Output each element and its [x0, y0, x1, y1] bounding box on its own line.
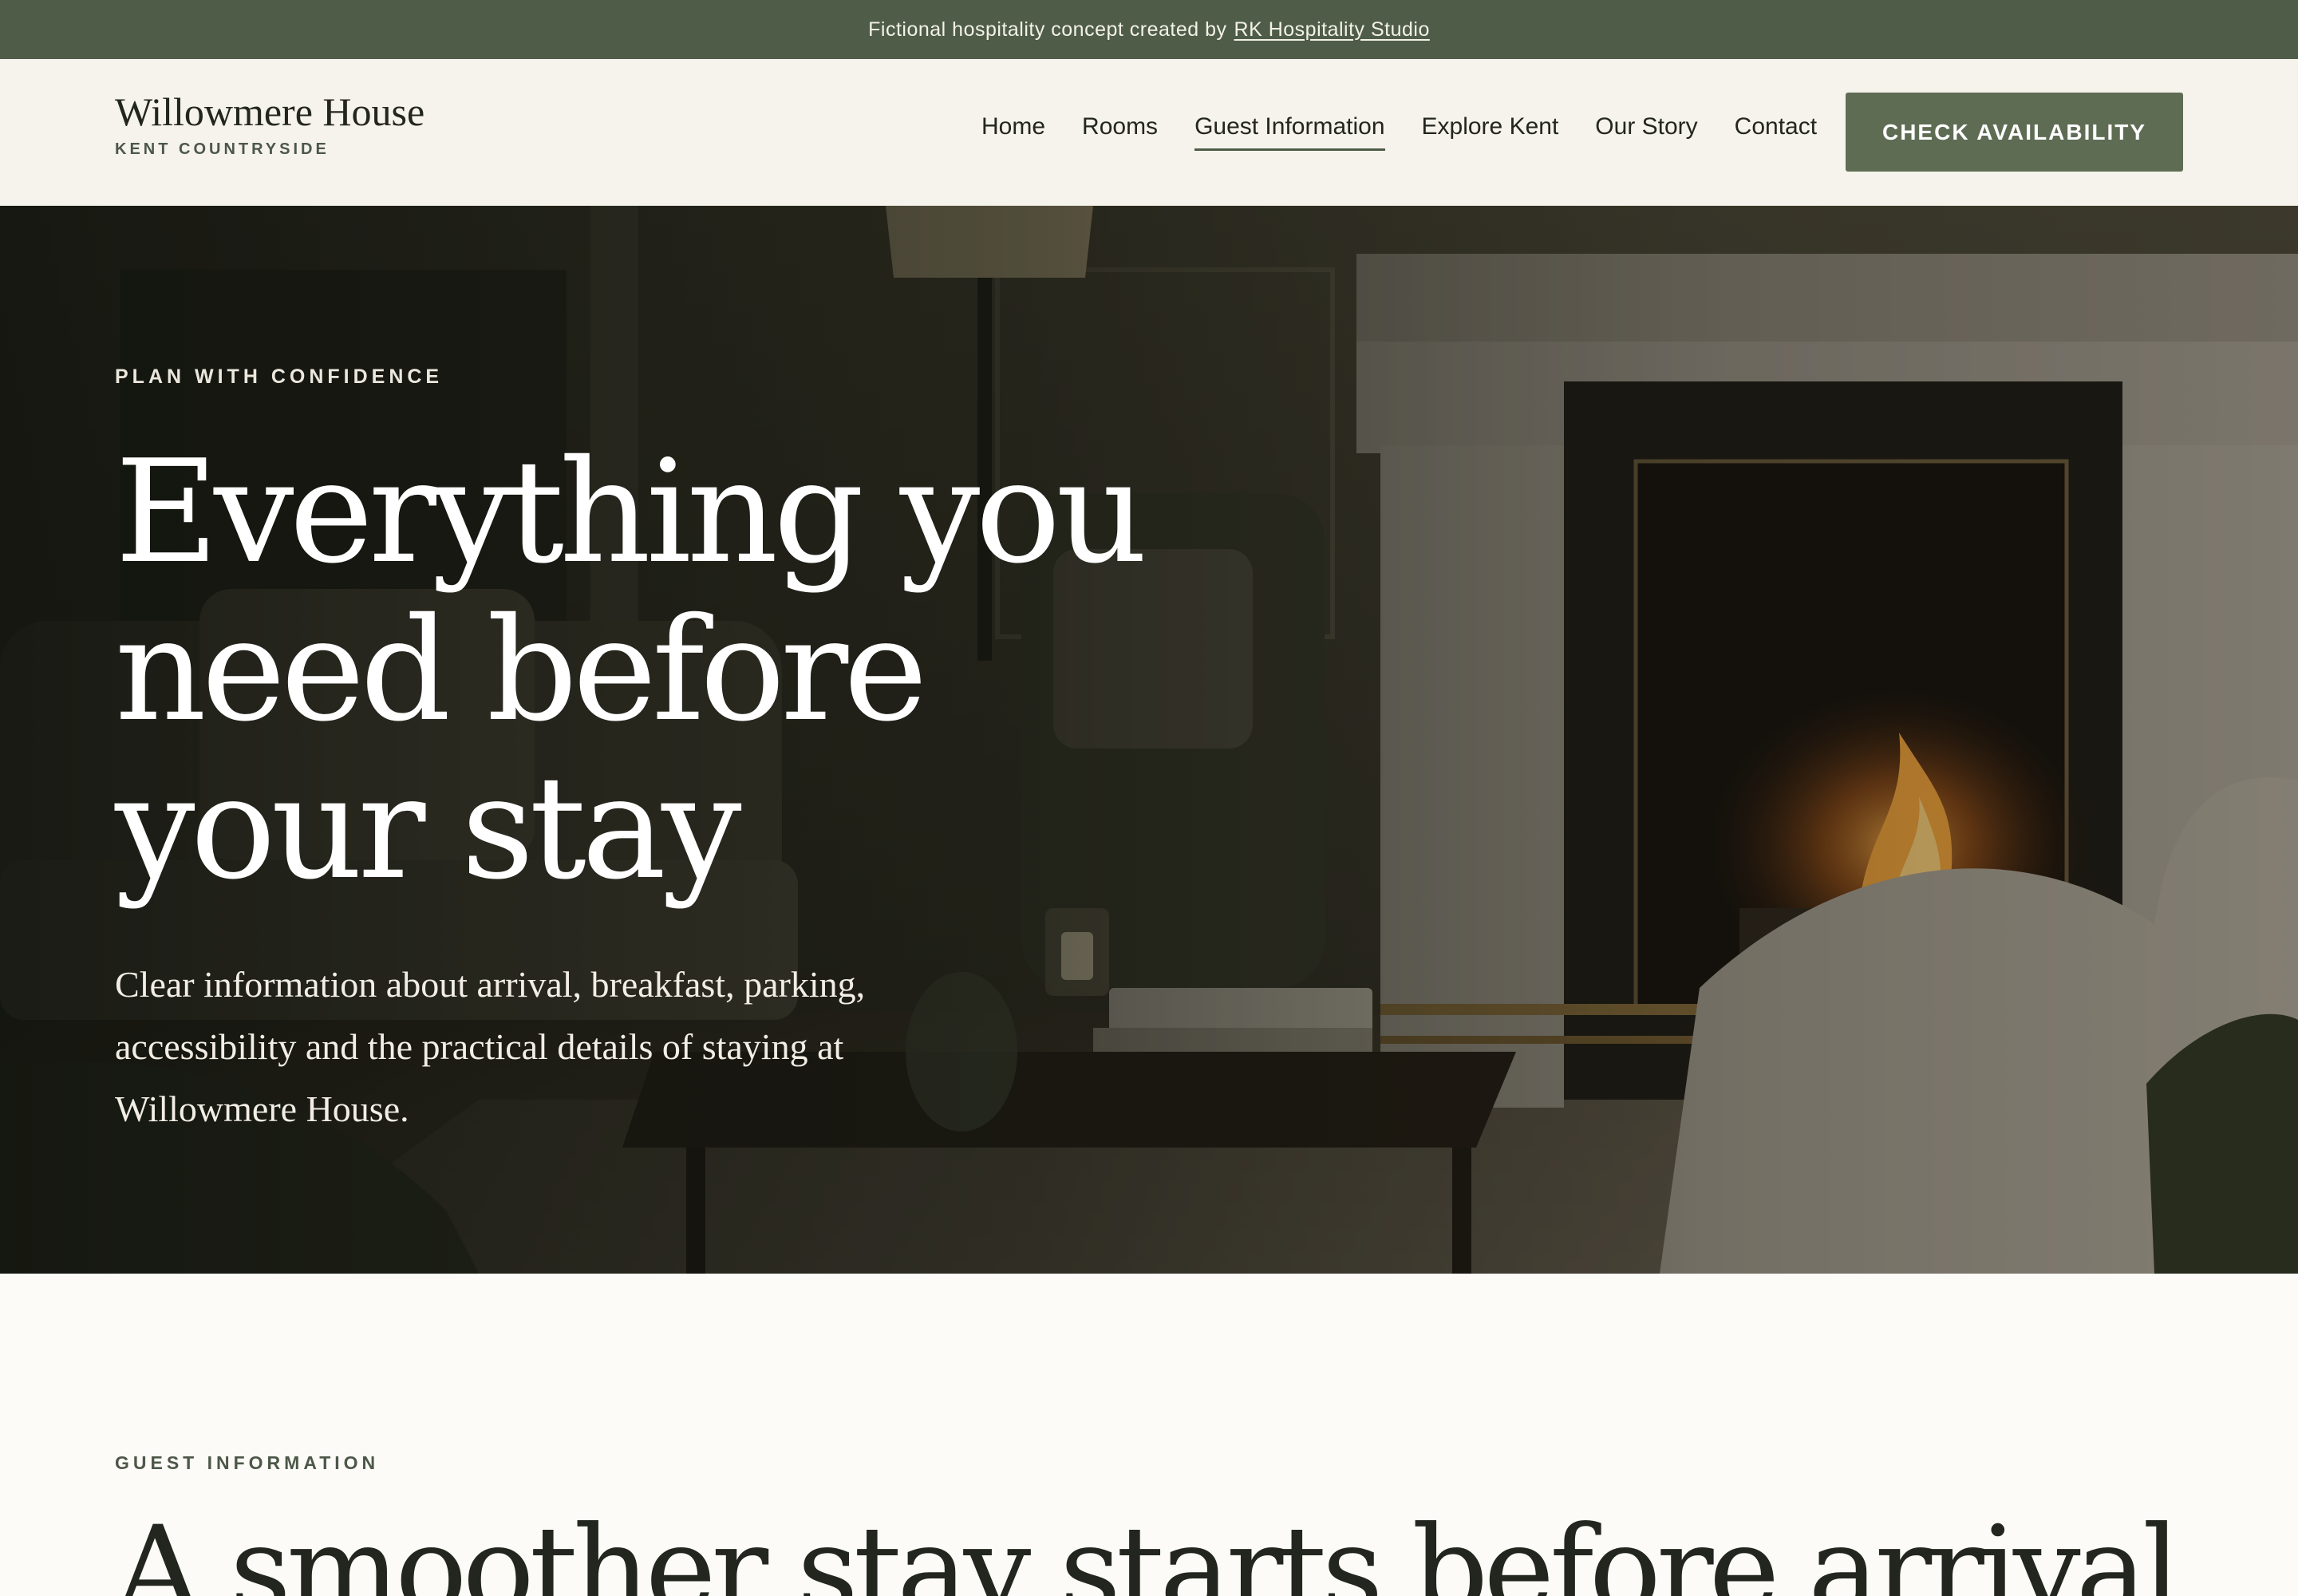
check-availability-button[interactable]: CHECK AVAILABILITY [1846, 93, 2183, 172]
site-header: Willowmere House KENT COUNTRYSIDE Home R… [0, 59, 2298, 206]
top-banner: Fictional hospitality concept created by… [0, 0, 2298, 59]
nav-item-our-story[interactable]: Our Story [1595, 113, 1697, 151]
nav-item-rooms[interactable]: Rooms [1082, 113, 1158, 151]
hero-description: Clear information about arrival, breakfa… [115, 964, 866, 1129]
nav-item-guest-information[interactable]: Guest Information [1194, 113, 1385, 151]
hero-title: Everything you need before your stay [115, 429, 1147, 911]
nav-item-home[interactable]: Home [981, 113, 1045, 151]
brand-tagline: KENT COUNTRYSIDE [115, 140, 330, 158]
hero-eyebrow: PLAN WITH CONFIDENCE [115, 365, 444, 388]
section-eyebrow: GUEST INFORMATION [115, 1452, 380, 1473]
studio-credit-link[interactable]: RK Hospitality Studio [1234, 18, 1430, 41]
brand-name: Willowmere House [115, 89, 425, 134]
nav-item-contact[interactable]: Contact [1735, 113, 1817, 151]
banner-text: Fictional hospitality concept created by [868, 18, 1227, 41]
section-title: A smoother stay starts before arrival [115, 1501, 2181, 1596]
main-nav: Home Rooms Guest Information Explore Ken… [981, 113, 1817, 151]
nav-item-explore-kent[interactable]: Explore Kent [1422, 113, 1559, 151]
brand-logo[interactable]: Willowmere House KENT COUNTRYSIDE [115, 89, 424, 159]
hero-content: PLAN WITH CONFIDENCE Everything you need… [115, 365, 1312, 1177]
hero: PLAN WITH CONFIDENCE Everything you need… [0, 206, 2298, 1274]
guest-information-section: GUEST INFORMATION A smoother stay starts… [0, 1274, 2298, 1596]
